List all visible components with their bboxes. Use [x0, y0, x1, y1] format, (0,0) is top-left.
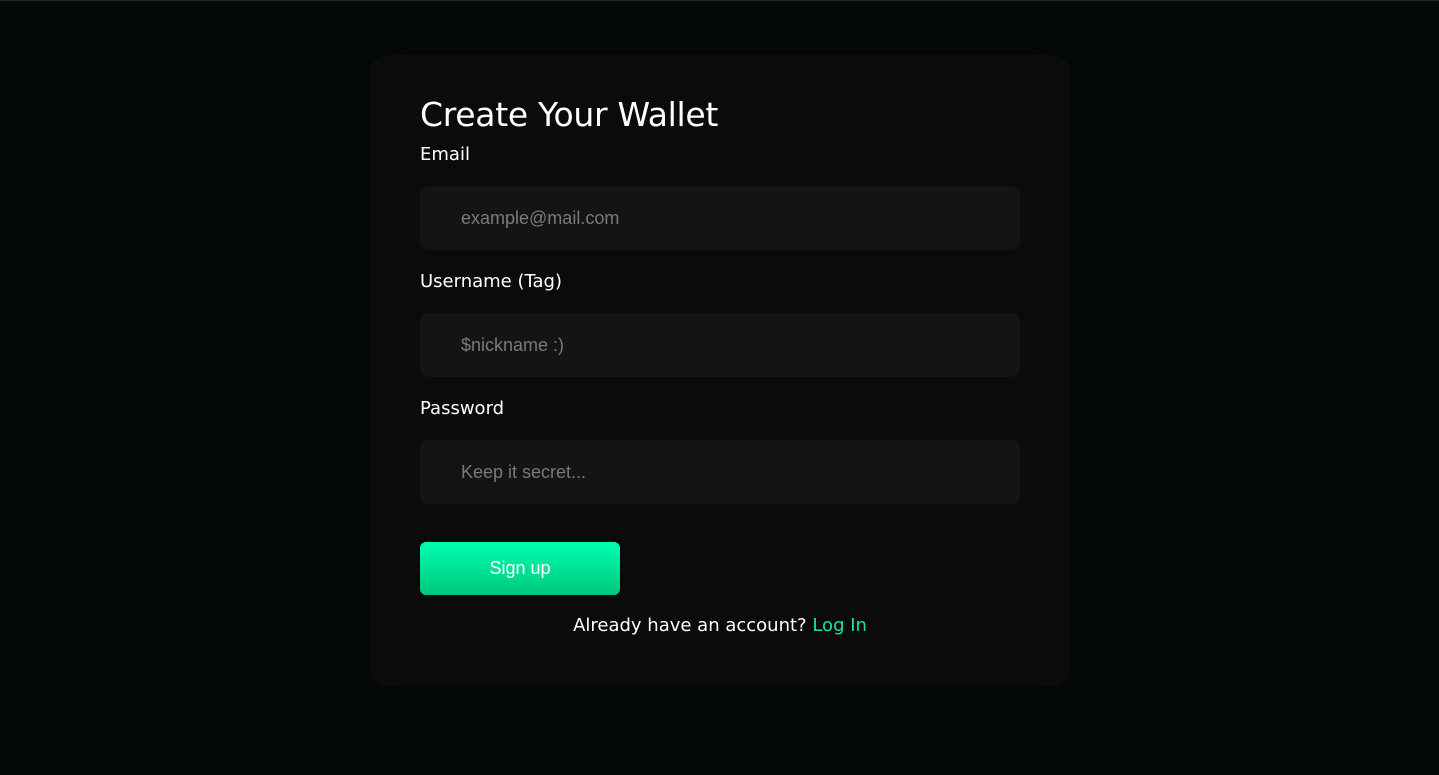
- username-label: Username (Tag): [420, 271, 562, 292]
- username-field[interactable]: [420, 313, 1020, 377]
- password-label: Password: [420, 398, 505, 419]
- password-field[interactable]: [420, 440, 1020, 504]
- signup-card: Create Your Wallet Email Username (Tag) …: [370, 55, 1070, 687]
- login-link[interactable]: Log In: [812, 615, 867, 636]
- login-prompt-text: Already have an account?: [573, 615, 807, 636]
- email-label: Email: [420, 144, 470, 165]
- page-title: Create Your Wallet: [420, 95, 718, 134]
- sign-up-button[interactable]: Sign up: [420, 542, 620, 595]
- login-prompt: Already have an account? Log In: [370, 615, 1070, 636]
- email-field[interactable]: [420, 186, 1020, 250]
